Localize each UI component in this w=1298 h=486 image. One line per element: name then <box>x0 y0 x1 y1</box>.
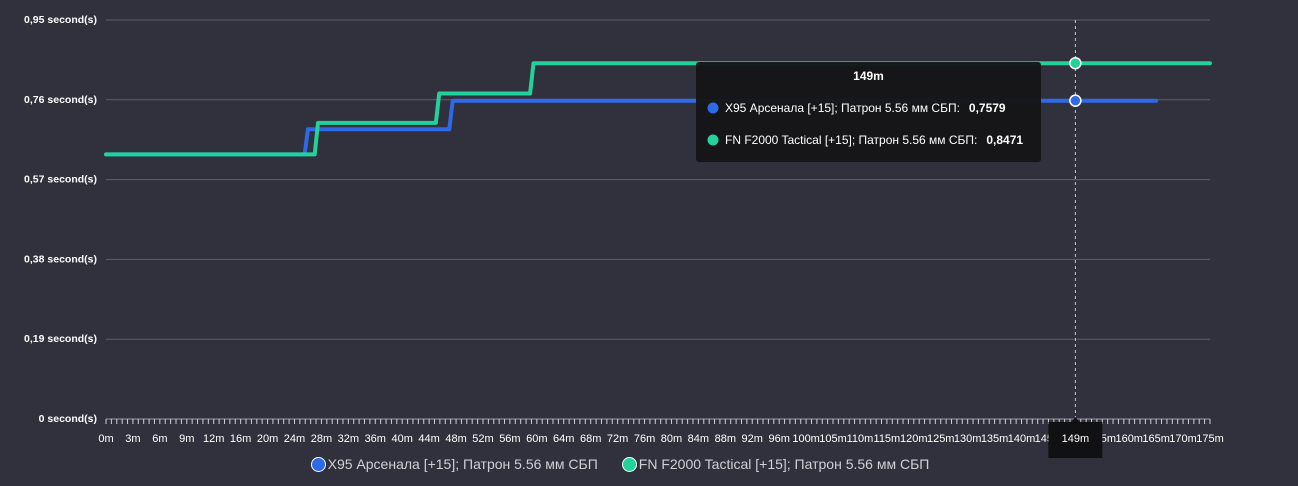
series-line-1 <box>104 61 1212 157</box>
legend-item-fn-f2000[interactable]: FN F2000 Tactical [+15]; Патрон 5.56 мм … <box>621 456 930 472</box>
x-tick-label: 24m <box>284 433 305 445</box>
x-tick-label: 64m <box>553 433 574 445</box>
y-tick-label: 0,95 second(s) <box>24 14 97 26</box>
hover-marker-1 <box>1069 56 1082 70</box>
x-tick-label: 76m <box>634 433 655 445</box>
x-tick-label: 110m <box>847 433 874 445</box>
tooltip-marker-1 <box>707 134 719 146</box>
legend: X95 Арсенала [+15]; Патрон 5.56 мм СБП F… <box>0 456 1240 472</box>
hover-x-label: 149m <box>1062 433 1090 445</box>
y-tick-label: 0,57 second(s) <box>24 174 97 186</box>
x-tick-label: 120m <box>900 433 928 445</box>
x-tick-label: 48m <box>445 433 466 445</box>
chart-area: 0 second(s) 0,19 second(s) 0,38 second(s) 0… <box>24 14 1224 458</box>
legend-label-fn-f2000: FN F2000 Tactical [+15]; Патрон 5.56 мм … <box>638 456 930 472</box>
legend-marker-x95 <box>310 456 326 472</box>
x-tick-label: 160m <box>1115 433 1143 445</box>
x-tick-label: 0m <box>98 433 113 445</box>
x-tick-label: 88m <box>715 433 736 445</box>
x-tick-label: 16m <box>230 433 251 445</box>
x-tick-label: 60m <box>526 433 547 445</box>
x-tick-label: 135m <box>981 433 1009 445</box>
tooltip-row-label-1: FN F2000 Tactical [+15]; Патрон 5.56 мм … <box>725 133 977 147</box>
tooltip-marker-0 <box>707 102 719 114</box>
tooltip-row-label-0: X95 Арсенала [+15]; Патрон 5.56 мм СБП: <box>725 101 960 115</box>
y-tick-label: 0,38 second(s) <box>24 253 97 265</box>
tooltip-row-value-0: 0,7579 <box>969 101 1006 115</box>
x-tick-label: 96m <box>768 433 789 445</box>
x-tick-label: 52m <box>472 433 493 445</box>
x-tick-label: 130m <box>954 433 982 445</box>
x-tick-label: 80m <box>661 433 682 445</box>
x-tick-label: 115m <box>874 433 901 445</box>
tooltip-title: 149m <box>853 69 884 83</box>
legend-marker-fn-f2000 <box>621 456 637 472</box>
x-tick-label: 56m <box>499 433 520 445</box>
x-tick-label: 125m <box>927 433 955 445</box>
x-tick-label: 32m <box>338 433 359 445</box>
x-tick-label: 175m <box>1196 433 1224 445</box>
hover-marker-0 <box>1069 94 1082 107</box>
tooltip-row-value-1: 0,8471 <box>986 133 1023 147</box>
x-tick-label: 68m <box>580 433 601 445</box>
x-tick-label: 84m <box>688 433 709 445</box>
x-tick-label: 100m <box>792 433 820 445</box>
x-tick-label: 72m <box>607 433 628 445</box>
x-tick-label: 40m <box>391 433 412 445</box>
y-tick-label: 0,19 second(s) <box>24 333 97 345</box>
x-tick-label: 36m <box>365 433 386 445</box>
x-tick-label: 105m <box>819 433 847 445</box>
x-tick-label: 28m <box>311 433 332 445</box>
x-tick-label: 165m <box>1142 433 1170 445</box>
y-tick-label: 0,76 second(s) <box>24 94 97 106</box>
x-tick-label: 140m <box>1008 433 1036 445</box>
x-tick-label: 20m <box>257 433 278 445</box>
x-tick-label: 44m <box>418 433 439 445</box>
x-tick-label: 170m <box>1169 433 1197 445</box>
x-tick-label: 6m <box>152 433 167 445</box>
y-tick-label: 0 second(s) <box>39 413 97 425</box>
x-tick-label: 9m <box>179 433 194 445</box>
tooltip: 149m X95 Арсенала [+15]; Патрон 5.56 мм С… <box>696 62 1041 162</box>
legend-item-x95[interactable]: X95 Арсенала [+15]; Патрон 5.56 мм СБП <box>310 456 598 472</box>
x-tick-label: 92m <box>742 433 763 445</box>
legend-label-x95: X95 Арсенала [+15]; Патрон 5.56 мм СБП <box>327 456 598 472</box>
x-tick-label: 3m <box>125 433 140 445</box>
x-tick-label: 12m <box>203 433 224 445</box>
